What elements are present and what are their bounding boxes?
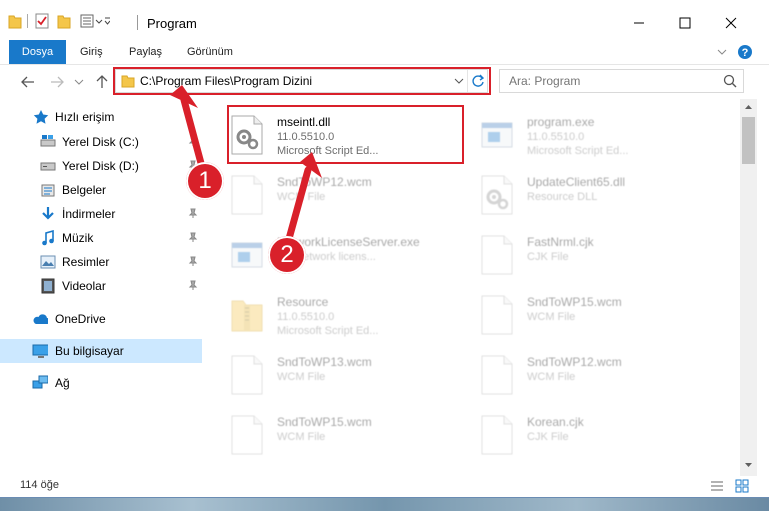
explorer-window: Program Dosya Giriş Paylaş Görünüm ? C:\… — [0, 0, 769, 497]
step-1-badge: 1 — [186, 162, 224, 200]
annotation-arrows — [170, 85, 322, 250]
desktop-background — [0, 497, 769, 511]
step-2-badge: 2 — [268, 236, 306, 274]
